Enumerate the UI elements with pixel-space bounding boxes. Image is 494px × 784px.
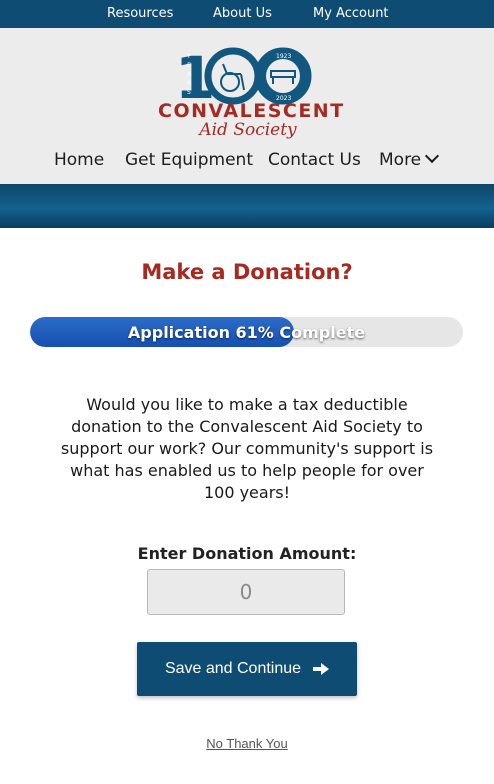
top-nav-resources[interactable]: Resources <box>107 6 173 21</box>
logo-years-text: Y <box>186 53 191 60</box>
brand-name: CONVALESCENT <box>158 100 345 122</box>
save-button-label: Save and Continue <box>164 660 302 677</box>
logo-years-text: E <box>187 62 191 69</box>
top-nav-my-account[interactable]: My Account <box>313 6 389 21</box>
no-thank-you-link[interactable]: No Thank You <box>0 736 494 751</box>
nav-home[interactable]: Home <box>54 150 104 170</box>
logo-years-text: R <box>187 80 191 87</box>
brand-subtitle: Aid Society <box>199 120 297 140</box>
nav-more-label: More <box>379 150 422 170</box>
page-title: Make a Donation? <box>141 260 353 284</box>
donation-amount-input[interactable] <box>147 569 345 615</box>
logo-year-start: 1923 <box>276 53 291 60</box>
nav-get-equipment[interactable]: Get Equipment <box>125 150 253 170</box>
logo-ring-1 <box>204 47 262 105</box>
donation-amount-label: Enter Donation Amount: <box>137 544 357 563</box>
top-nav-bar: Resources About Us My Account <box>0 0 494 28</box>
hero-banner <box>0 184 494 228</box>
top-nav-about[interactable]: About Us <box>213 6 272 21</box>
nav-more[interactable]: More <box>379 148 440 170</box>
main-nav: Home Get Equipment Contact Us More <box>0 148 494 176</box>
progress-label: Application 61% Complete <box>127 323 366 342</box>
chevron-down-icon <box>425 148 440 164</box>
nav-contact-us[interactable]: Contact Us <box>268 150 361 170</box>
arrow-right-icon <box>313 663 330 675</box>
donation-description: Would you like to make a tax deductible … <box>60 395 434 502</box>
logo-years-text: S <box>187 89 191 96</box>
site-header: 1 Y E A R S 1923 2023 CONVALESCENT Aid S… <box>0 28 494 184</box>
save-and-continue-button[interactable]: Save and Continue <box>137 642 357 696</box>
application-progress-bar: Application 61% Complete <box>30 317 463 347</box>
